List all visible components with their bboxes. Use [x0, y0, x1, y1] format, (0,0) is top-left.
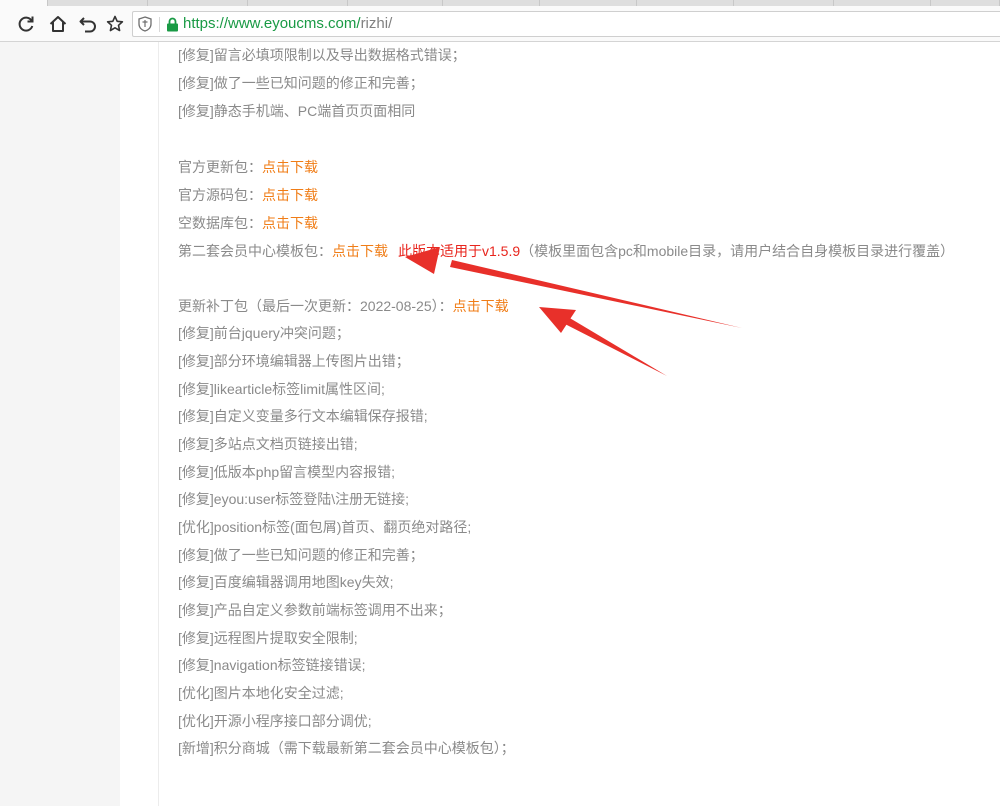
lock-icon — [167, 17, 178, 32]
home-icon — [49, 16, 67, 32]
download-label: 官方源码包： — [178, 187, 262, 203]
list-item: [修复]多站点文档页链接出错; — [178, 436, 358, 452]
download-official-update: 官方更新包：点击下载 — [178, 157, 318, 177]
list-item: [修复]自定义变量多行文本编辑保存报错; — [178, 408, 428, 424]
list-item: [修复]远程图片提取安全限制; — [178, 630, 358, 646]
list-item: [修复]前台jquery冲突问题； — [178, 325, 350, 341]
browser-toolbar: https://www.eyoucms.com/rizhi/ — [0, 6, 1000, 42]
content-panel: [修复]留言必填项限制以及导出数据格式错误； [修复]做了一些已知问题的修正和完… — [120, 42, 1000, 806]
url-path: rizhi/ — [360, 15, 393, 32]
download-label: 官方更新包： — [178, 159, 262, 175]
list-item: [优化]position标签(面包屑)首页、翻页绝对路径; — [178, 519, 472, 535]
list-item: [优化]开源小程序接口部分调优; — [178, 713, 372, 729]
list-item: [修复]eyou:user标签登陆\注册无链接; — [178, 491, 410, 507]
list-item: [修复]产品自定义参数前端标签调用不出来； — [178, 602, 452, 618]
list-item: [修复]静态手机端、PC端首页页面相同 — [178, 103, 416, 119]
home-button[interactable] — [45, 11, 71, 37]
url-text[interactable]: https://www.eyoucms.com/rizhi/ — [183, 15, 392, 32]
panel-divider — [158, 42, 159, 806]
download-link[interactable]: 点击下载 — [262, 215, 318, 231]
download-link[interactable]: 点击下载 — [332, 243, 388, 259]
reload-button[interactable] — [13, 11, 39, 37]
download-link[interactable]: 点击下载 — [262, 159, 318, 175]
list-item: [修复]百度编辑器调用地图key失效; — [178, 574, 394, 590]
address-bar[interactable]: https://www.eyoucms.com/rizhi/ — [132, 11, 1000, 37]
version-note: 此版本适用于v1.5.9 — [398, 243, 521, 259]
list-item: [优化]图片本地化安全过滤; — [178, 685, 344, 701]
download-official-source: 官方源码包：点击下载 — [178, 185, 318, 205]
list-item: [修复]部分环境编辑器上传图片出错； — [178, 353, 410, 369]
download-empty-database: 空数据库包：点击下载 — [178, 213, 318, 233]
list-item: [修复]做了一些已知问题的修正和完善； — [178, 547, 424, 563]
list-item: [修复]留言必填项限制以及导出数据格式错误； — [178, 47, 466, 63]
list-item: [新增]积分商城（需下载最新第二套会员中心模板包）； — [178, 740, 515, 756]
list-item: [修复]做了一些已知问题的修正和完善； — [178, 75, 424, 91]
list-item: [修复]likearticle标签limit属性区间; — [178, 381, 385, 397]
download-link[interactable]: 点击下载 — [262, 187, 318, 203]
address-separator — [159, 17, 160, 32]
download-link[interactable]: 点击下载 — [453, 298, 509, 314]
back-button[interactable] — [75, 11, 101, 37]
star-icon — [106, 15, 124, 32]
shield-icon — [138, 16, 152, 32]
url-host: https://www.eyoucms.com/ — [183, 15, 361, 32]
bookmark-button[interactable] — [102, 11, 128, 37]
download-label: 第二套会员中心模板包： — [178, 243, 332, 259]
download-label: 空数据库包： — [178, 215, 262, 231]
list-item: [修复]navigation标签链接错误; — [178, 657, 366, 673]
list-item: [修复]低版本php留言模型内容报错; — [178, 464, 396, 480]
download-member-template: 第二套会员中心模板包：点击下载 此版本适用于v1.5.9（模板里面包含pc和mob… — [178, 241, 954, 261]
download-patch: 更新补丁包（最后一次更新：2022-08-25）：点击下载 — [178, 296, 509, 316]
template-note: （模板里面包含pc和mobile目录，请用户结合自身模板目录进行覆盖） — [520, 243, 955, 259]
undo-arrow-icon — [79, 17, 96, 33]
page-content: [修复]留言必填项限制以及导出数据格式错误； [修复]做了一些已知问题的修正和完… — [0, 42, 1000, 806]
patch-label: 更新补丁包（最后一次更新：2022-08-25）： — [178, 298, 453, 314]
reload-icon — [18, 16, 34, 32]
